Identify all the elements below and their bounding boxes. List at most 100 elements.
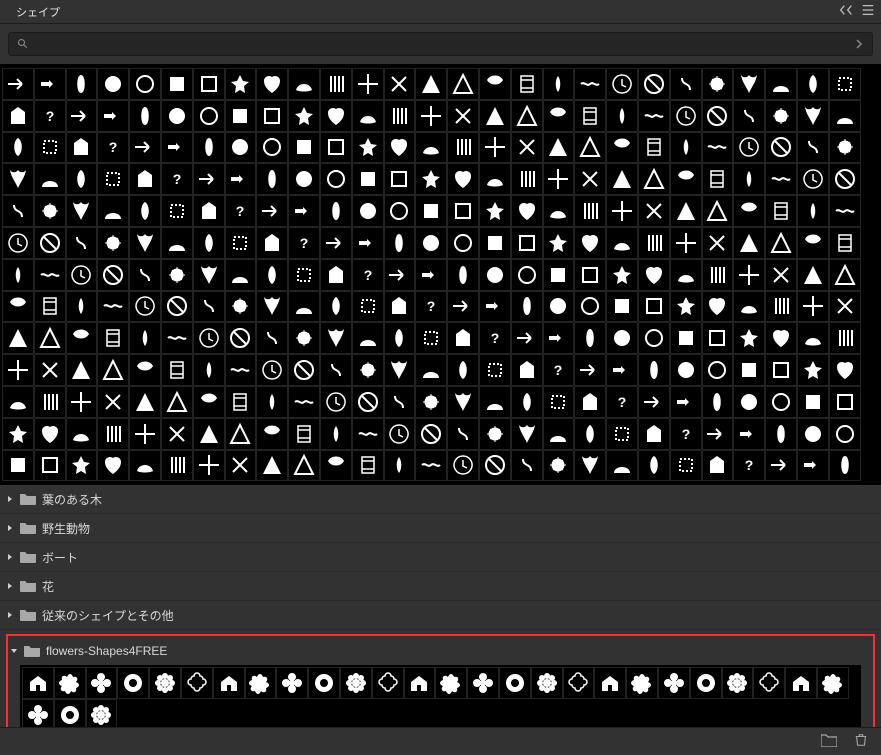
shape-thumb[interactable] [288,450,320,482]
shape-thumb[interactable] [702,259,734,291]
shape-thumb[interactable] [288,354,320,386]
shape-thumb[interactable] [511,259,543,291]
shape-thumb[interactable] [34,132,66,164]
shape-thumb[interactable] [97,100,129,132]
shape-thumb[interactable] [225,322,257,354]
shape-thumb[interactable] [193,259,225,291]
menu-icon[interactable] [861,3,875,20]
shape-thumb[interactable] [479,291,511,323]
shape-thumb[interactable] [34,68,66,100]
flower-shape-thumb[interactable] [149,667,181,699]
shape-thumb[interactable] [225,163,257,195]
flower-shape-thumb[interactable] [340,667,372,699]
shape-thumb[interactable] [606,68,638,100]
shape-thumb[interactable] [320,100,352,132]
shape-thumb[interactable] [288,322,320,354]
flower-shape-thumb[interactable] [658,667,690,699]
shape-thumb[interactable] [606,354,638,386]
shape-thumb[interactable]: ? [225,195,257,227]
shape-thumb[interactable] [97,418,129,450]
shape-thumb[interactable] [129,386,161,418]
flower-shape-thumb[interactable] [594,667,626,699]
flower-shape-thumb[interactable] [563,667,595,699]
shape-thumb[interactable] [2,227,34,259]
flower-shape-thumb[interactable] [372,667,404,699]
flower-shape-thumb[interactable] [86,667,118,699]
shape-thumb[interactable] [447,100,479,132]
shape-thumb[interactable] [797,354,829,386]
shape-thumb[interactable] [733,354,765,386]
shape-thumb[interactable] [193,227,225,259]
shape-thumb[interactable] [702,354,734,386]
shape-thumb[interactable] [702,100,734,132]
shape-thumb[interactable] [384,100,416,132]
shape-thumb[interactable] [543,418,575,450]
flower-shape-thumb[interactable] [690,667,722,699]
trash-icon[interactable] [853,733,869,750]
shape-thumb[interactable] [733,163,765,195]
shape-thumb[interactable] [479,386,511,418]
shape-thumb[interactable] [479,450,511,482]
shape-thumb[interactable] [320,322,352,354]
shape-thumb[interactable] [638,291,670,323]
shape-thumb[interactable] [702,450,734,482]
shape-thumb[interactable] [415,386,447,418]
shape-thumb[interactable] [2,450,34,482]
shape-thumb[interactable] [161,259,193,291]
shape-thumb[interactable] [97,227,129,259]
shape-thumb[interactable] [66,450,98,482]
shape-thumb[interactable] [543,195,575,227]
shape-thumb[interactable] [415,418,447,450]
shape-thumb[interactable] [352,418,384,450]
flower-shape-thumb[interactable] [54,667,86,699]
shape-thumb[interactable] [161,227,193,259]
shape-thumb[interactable] [415,132,447,164]
shape-thumb[interactable] [320,68,352,100]
flower-shape-thumb[interactable] [22,667,54,699]
shape-thumb[interactable] [34,227,66,259]
shape-thumb[interactable] [384,354,416,386]
shape-thumb[interactable]: ? [352,259,384,291]
shape-thumb[interactable] [384,322,416,354]
shape-thumb[interactable] [66,259,98,291]
flower-shape-thumb[interactable] [181,667,213,699]
shape-thumb[interactable] [66,227,98,259]
shape-thumb[interactable] [415,195,447,227]
shape-thumb[interactable] [129,227,161,259]
shape-thumb[interactable] [765,354,797,386]
shape-thumb[interactable] [288,418,320,450]
shape-thumb[interactable] [829,450,861,482]
shape-thumb[interactable] [288,68,320,100]
shape-thumb[interactable] [670,227,702,259]
shape-thumb[interactable] [352,227,384,259]
shape-thumb[interactable] [638,68,670,100]
shape-thumb[interactable] [97,195,129,227]
shape-thumb[interactable] [352,386,384,418]
shape-thumb[interactable] [384,291,416,323]
shape-thumb[interactable] [2,418,34,450]
shape-thumb[interactable] [702,322,734,354]
shape-thumb[interactable] [66,68,98,100]
flower-shape-thumb[interactable] [785,667,817,699]
shape-thumb[interactable] [415,450,447,482]
shape-thumb[interactable] [447,322,479,354]
shape-thumb[interactable] [511,100,543,132]
shape-thumb[interactable] [606,100,638,132]
shape-thumb[interactable] [352,195,384,227]
shape-thumb[interactable] [2,322,34,354]
shape-thumb[interactable]: ? [34,100,66,132]
shape-thumb[interactable] [797,322,829,354]
shape-thumb[interactable] [543,450,575,482]
shape-thumb[interactable] [511,418,543,450]
shape-thumb[interactable] [543,132,575,164]
shape-thumb[interactable] [320,259,352,291]
shape-thumb[interactable] [256,386,288,418]
shape-thumb[interactable] [638,354,670,386]
shape-thumb[interactable] [511,195,543,227]
shape-thumb[interactable] [129,259,161,291]
shape-thumb[interactable] [161,195,193,227]
shape-thumb[interactable] [352,68,384,100]
shape-thumb[interactable] [511,354,543,386]
flower-shape-thumb[interactable] [817,667,849,699]
shape-thumb[interactable] [34,163,66,195]
